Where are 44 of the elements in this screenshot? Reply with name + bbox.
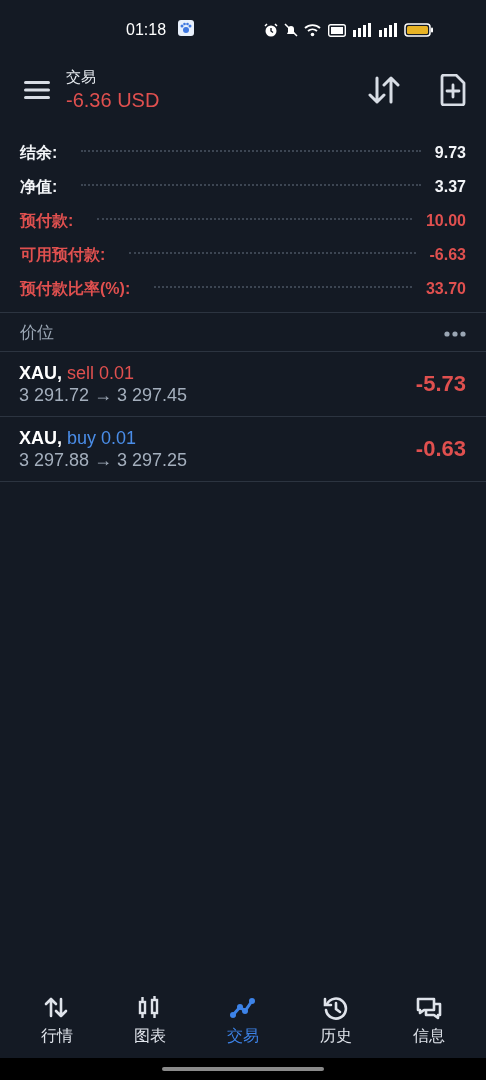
field-label: 可用预付款:	[20, 245, 106, 265]
position-row[interactable]: XAU, sell 0.01 3 291.72 → 3 297.45 -5.73	[0, 352, 486, 417]
new-document-icon[interactable]	[440, 74, 466, 106]
section-title: 价位	[20, 321, 54, 344]
signal-icon	[352, 23, 372, 37]
profit-value: -0.63	[415, 436, 466, 462]
profit-total: -6.36 USD	[66, 88, 160, 113]
menu-icon[interactable]	[24, 80, 50, 100]
signal-icon	[378, 23, 398, 37]
field-label: 净值:	[20, 177, 58, 197]
paw-app-icon	[178, 20, 195, 36]
alarm-clock-icon	[264, 23, 278, 37]
symbol-label: XAU,	[19, 428, 62, 448]
price-range: 3 291.72 → 3 297.45	[19, 384, 188, 406]
field-value: 3.37	[434, 177, 466, 197]
order-label: buy 0.01	[67, 428, 137, 448]
profit-value: -5.73	[415, 371, 466, 397]
muted-bell-icon	[284, 23, 298, 37]
field-label: 结余:	[20, 143, 58, 163]
order-label: sell 0.01	[67, 363, 135, 383]
more-icon[interactable]	[444, 331, 466, 337]
field-value: 10.00	[425, 211, 466, 231]
screen-title: 交易	[66, 67, 97, 87]
nav-tab[interactable]: 历史	[289, 984, 383, 1058]
nav-tab[interactable]: 交易	[196, 984, 290, 1058]
battery-icon	[404, 23, 434, 37]
field-label: 预付款:	[20, 211, 74, 231]
field-value: 9.73	[434, 143, 466, 163]
nav-tab[interactable]: 图表	[103, 984, 197, 1058]
clock-time: 01:18	[126, 21, 167, 39]
field-value: 33.70	[425, 279, 466, 299]
up-down-arrows-icon	[43, 995, 70, 1020]
nav-tab[interactable]: 行情	[10, 984, 104, 1058]
sort-icon[interactable]	[368, 76, 400, 104]
wifi-icon	[304, 23, 322, 37]
nav-tab[interactable]: 信息	[382, 984, 476, 1058]
field-value: -6.63	[429, 245, 466, 265]
field-label: 预付款比率(%):	[20, 279, 131, 299]
chat-bubbles-icon	[416, 995, 443, 1020]
symbol-label: XAU,	[19, 363, 62, 383]
position-row[interactable]: XAU, buy 0.01 3 297.88 → 3 297.25 -0.63	[0, 417, 486, 482]
history-icon	[323, 995, 350, 1020]
price-range: 3 297.88 → 3 297.25	[19, 449, 188, 471]
line-graph-icon	[230, 995, 256, 1020]
